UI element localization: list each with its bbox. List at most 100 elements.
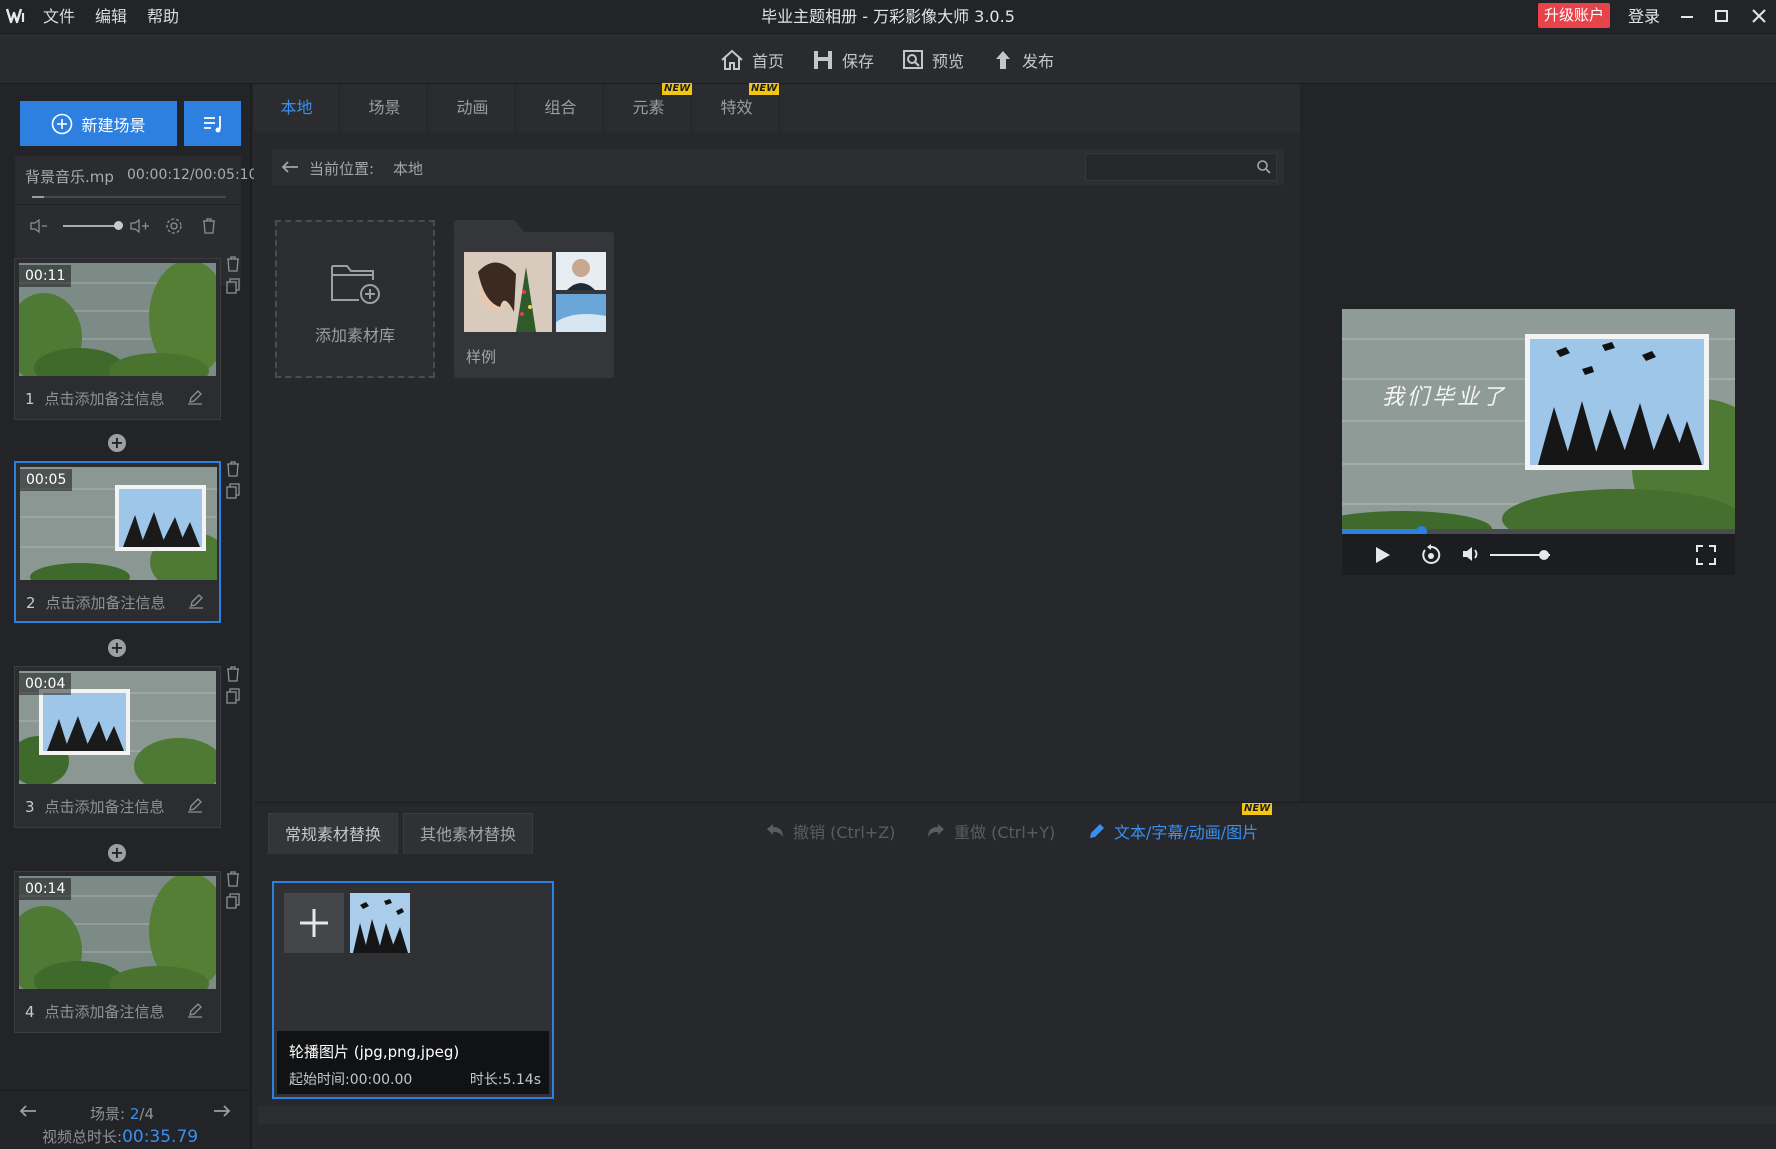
media-replace-card[interactable]: 轮播图片 (jpg,png,jpeg) 起始时间:00:00.00 时长:5.1… — [272, 881, 554, 1099]
sample-folder-label: 样例 — [466, 348, 497, 366]
scene-note[interactable]: 3 点击添加备注信息 — [25, 796, 165, 817]
music-progress-fill — [32, 196, 44, 198]
sample-folder[interactable]: 样例 — [454, 220, 614, 378]
scene-copy-icon[interactable] — [226, 688, 240, 704]
text-subtitle-tool-button[interactable]: 文本/字幕/动画/图片 — [1088, 819, 1258, 843]
sample-folder-preview — [464, 252, 606, 332]
prev-scene-arrow-icon[interactable] — [18, 1104, 38, 1118]
scene-note-text: 点击添加备注信息 — [45, 594, 166, 612]
edit-pencil-icon[interactable] — [188, 593, 204, 609]
play-icon[interactable] — [1375, 546, 1391, 564]
scene-card[interactable]: 00:05 2 点击添加备注信息 — [14, 461, 221, 623]
music-list-icon — [201, 113, 225, 135]
home-button[interactable]: 首页 — [720, 44, 784, 76]
tab-local[interactable]: 本地 — [254, 84, 340, 132]
settings-gear-icon[interactable] — [165, 217, 183, 235]
path-bar: 当前位置: 本地 — [272, 149, 1284, 185]
menu-help[interactable]: 帮助 — [147, 0, 179, 34]
horizontal-scrollbar[interactable] — [258, 1106, 1776, 1124]
scene-note[interactable]: 2 点击添加备注信息 — [26, 592, 166, 613]
login-button[interactable]: 登录 — [1628, 0, 1660, 34]
preview-button[interactable]: 预览 — [902, 44, 964, 76]
music-progress-track[interactable] — [32, 196, 226, 198]
library-search-input[interactable] — [1085, 153, 1277, 181]
add-library-label: 添加素材库 — [314, 326, 395, 345]
scene-note[interactable]: 1 点击添加备注信息 — [25, 388, 165, 409]
scene-note-text: 点击添加备注信息 — [44, 390, 165, 408]
upgrade-account-button[interactable]: 升级账户 — [1538, 3, 1611, 28]
add-scene-icon[interactable]: + — [108, 639, 126, 657]
text-tool-label: 文本/字幕/动画/图片 — [1114, 823, 1259, 842]
scene-panel: 新建场景 背景音乐.mp 00:00:12/00:05:10 00:11 1 点击… — [0, 84, 257, 1149]
maximize-icon[interactable] — [1713, 7, 1731, 25]
close-icon[interactable] — [1750, 7, 1768, 25]
publish-button[interactable]: 发布 — [992, 44, 1054, 76]
scene-card[interactable]: 00:14 4 点击添加备注信息 — [14, 871, 221, 1033]
tab-scene[interactable]: 场景 — [342, 84, 428, 132]
scene-delete-icon[interactable] — [226, 256, 240, 272]
scene-card[interactable]: 00:04 3 点击添加备注信息 — [14, 666, 221, 828]
media-thumbnail[interactable] — [350, 893, 410, 953]
tab-regular-replace[interactable]: 常规素材替换 — [268, 813, 399, 855]
scene-delete-icon[interactable] — [226, 871, 240, 887]
publish-icon — [992, 49, 1014, 71]
replace-tabs-bar: 常规素材替换 其他素材替换 撤销 (Ctrl+Z) 重做 (Ctrl+Y) 文本… — [254, 802, 1776, 855]
scene-delete-icon[interactable] — [226, 461, 240, 477]
redo-button[interactable]: 重做 (Ctrl+Y) — [926, 819, 1055, 843]
volume-icon[interactable] — [1461, 545, 1483, 563]
music-volume-slider[interactable] — [63, 225, 118, 227]
menu-edit[interactable]: 编辑 — [95, 0, 127, 34]
menu-file[interactable]: 文件 — [43, 0, 75, 34]
scene-note[interactable]: 4 点击添加备注信息 — [25, 1001, 165, 1022]
search-icon[interactable] — [1256, 159, 1272, 175]
add-media-button[interactable] — [284, 893, 344, 953]
preview-label: 预览 — [932, 52, 965, 71]
save-icon — [812, 49, 834, 71]
minimize-icon[interactable] — [1678, 7, 1696, 25]
add-scene-icon[interactable]: + — [108, 434, 126, 452]
next-scene-arrow-icon[interactable] — [212, 1104, 232, 1118]
scene-counter-current: 2 — [129, 1105, 140, 1123]
add-library-button[interactable]: 添加素材库 — [275, 220, 435, 378]
music-volume-knob[interactable] — [114, 221, 123, 230]
preview-volume-knob[interactable] — [1539, 550, 1549, 560]
save-label: 保存 — [842, 52, 875, 71]
preview-overlay-text: 我们毕业了 — [1382, 385, 1508, 410]
new-badge: NEW — [662, 83, 693, 95]
tab-group[interactable]: 组合 — [518, 84, 604, 132]
plus-icon — [298, 907, 330, 939]
window-title: 毕业主题相册 - 万彩影像大师 3.0.5 — [761, 7, 1015, 26]
edit-pencil-icon[interactable] — [187, 1002, 203, 1018]
tab-other-replace[interactable]: 其他素材替换 — [403, 813, 534, 855]
tab-animation[interactable]: 动画 — [430, 84, 516, 132]
save-button[interactable]: 保存 — [812, 44, 874, 76]
preview-canvas: 我们毕业了 — [1342, 309, 1735, 530]
music-list-button[interactable] — [184, 101, 241, 146]
scene-duration: 00:04 — [19, 673, 72, 695]
undo-label: 撤销 (Ctrl+Z) — [793, 823, 896, 842]
new-scene-button[interactable]: 新建场景 — [20, 101, 177, 146]
scene-copy-icon[interactable] — [226, 278, 240, 294]
add-scene-icon[interactable]: + — [108, 844, 126, 862]
music-filename: 背景音乐.mp — [25, 168, 114, 186]
scene-delete-icon[interactable] — [226, 666, 240, 682]
folder-add-icon — [329, 260, 383, 306]
scene-copy-icon[interactable] — [226, 483, 240, 499]
fullscreen-icon[interactable] — [1696, 545, 1716, 565]
volume-down-icon[interactable] — [29, 218, 49, 234]
total-duration-label: 视频总时长: — [42, 1128, 123, 1146]
edit-pencil-icon[interactable] — [187, 797, 203, 813]
scene-copy-icon[interactable] — [226, 893, 240, 909]
media-type-label: 轮播图片 (jpg,png,jpeg) — [289, 1043, 460, 1061]
volume-up-icon[interactable] — [129, 218, 151, 234]
back-arrow-icon[interactable] — [280, 159, 300, 175]
edit-pencil-icon[interactable] — [187, 389, 203, 405]
app-logo-icon — [6, 7, 26, 25]
replay-icon[interactable] — [1420, 544, 1442, 566]
publish-label: 发布 — [1022, 52, 1055, 71]
scene-number: 2 — [26, 594, 36, 612]
scene-card[interactable]: 00:11 1 点击添加备注信息 — [14, 258, 221, 420]
music-delete-icon[interactable] — [201, 217, 217, 235]
media-duration: 时长:5.14s — [469, 1072, 541, 1088]
undo-button[interactable]: 撤销 (Ctrl+Z) — [765, 819, 895, 843]
